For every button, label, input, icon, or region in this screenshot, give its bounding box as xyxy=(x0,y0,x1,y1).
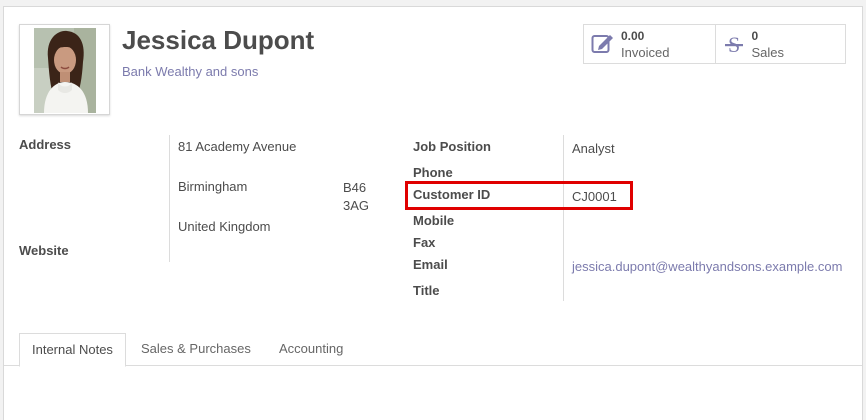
email-link[interactable]: jessica.dupont@wealthyandsons.example.co… xyxy=(572,259,842,274)
partner-form-sheet: Jessica Dupont Bank Wealthy and sons 0.0… xyxy=(3,6,863,420)
customer-id-highlight xyxy=(405,181,633,210)
website-label: Website xyxy=(19,243,69,258)
title-label: Title xyxy=(413,283,440,298)
city-field[interactable]: Birmingham xyxy=(178,179,247,194)
sales-label: Sales xyxy=(751,45,785,60)
address-label: Address xyxy=(19,137,72,152)
tab-sales-purchases[interactable]: Sales & Purchases xyxy=(129,333,263,366)
smart-buttons: 0.00 Invoiced S 0 Sales xyxy=(583,24,846,64)
invoiced-stat-button[interactable]: 0.00 Invoiced xyxy=(584,25,715,63)
portrait-image xyxy=(34,28,96,113)
address-divider xyxy=(169,135,170,262)
sales-value: 0 xyxy=(751,29,759,43)
partner-avatar[interactable] xyxy=(19,24,110,115)
fax-label: Fax xyxy=(413,235,436,250)
street-field[interactable]: 81 Academy Avenue xyxy=(178,139,296,154)
job-position-field[interactable]: Analyst xyxy=(572,141,615,156)
tab-internal-notes[interactable]: Internal Notes xyxy=(19,333,126,367)
tab-accounting[interactable]: Accounting xyxy=(267,333,355,366)
strikethrough-s-icon: S xyxy=(723,32,745,59)
phone-label: Phone xyxy=(413,165,453,180)
partner-company-link[interactable]: Bank Wealthy and sons xyxy=(122,64,258,79)
partner-name[interactable]: Jessica Dupont xyxy=(122,25,314,56)
notebook-tabs: Internal Notes Sales & Purchases Account… xyxy=(4,333,862,367)
invoiced-label: Invoiced xyxy=(621,45,670,60)
job-position-label: Job Position xyxy=(413,139,491,154)
pencil-square-icon xyxy=(591,32,615,57)
zip-field[interactable]: B46 3AG xyxy=(343,179,383,215)
fields-divider xyxy=(563,135,564,301)
email-label: Email xyxy=(413,257,448,272)
country-field[interactable]: United Kingdom xyxy=(178,219,271,234)
sales-stat-button[interactable]: S 0 Sales xyxy=(714,25,846,63)
invoiced-value: 0.00 xyxy=(621,29,645,43)
mobile-label: Mobile xyxy=(413,213,455,228)
